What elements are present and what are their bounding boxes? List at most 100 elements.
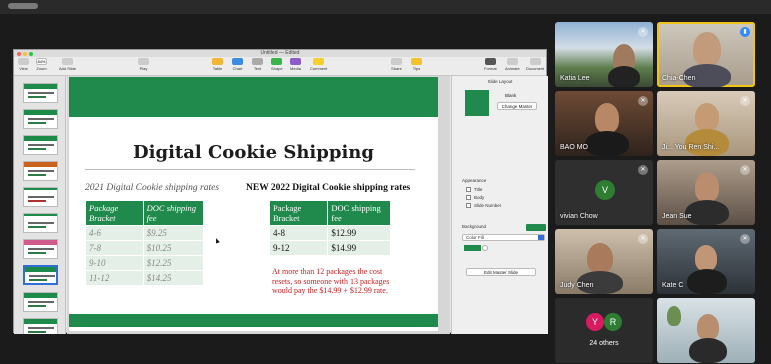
participant-tile[interactable]: ✕ Jean Sue [657, 160, 755, 225]
participant-tile[interactable]: ✕ Judy Chen [555, 229, 653, 294]
slide-thumbnail[interactable] [23, 135, 58, 155]
color-well[interactable] [464, 245, 481, 251]
participant-name: Kate C [662, 282, 684, 289]
edit-master-slide-button[interactable]: Edit Master Slide [466, 268, 536, 276]
mic-muted-icon: ✕ [638, 96, 648, 106]
slide-header-band [69, 77, 438, 117]
others-tile[interactable]: Y R 24 others [555, 298, 653, 363]
view-button[interactable]: View [18, 58, 29, 71]
participant-tile[interactable] [657, 298, 755, 363]
avatar: V [595, 180, 615, 200]
table-row: 9-12 $14.99 [268, 240, 391, 256]
change-master-button[interactable]: Change Master [497, 102, 537, 110]
table-button[interactable]: Table [212, 58, 223, 71]
table-row: 4-6 $9.25 [85, 225, 205, 241]
slide-thumbnail[interactable] [23, 83, 58, 103]
participant-name: Jean Sue [662, 213, 692, 220]
table-header: Package Bracket [85, 200, 144, 226]
participant-tile[interactable]: V ✕ vivian Chow [555, 160, 653, 225]
slide-thumbnail[interactable] [23, 187, 58, 207]
mic-muted-icon: ✕ [740, 234, 750, 244]
table-row: 9-10 $12.25 [85, 255, 205, 271]
mic-muted-icon: ✕ [638, 234, 648, 244]
text-button[interactable]: Text [252, 58, 263, 71]
table-header: DOC shipping fee [327, 200, 391, 226]
slide-thumbnail[interactable] [23, 239, 58, 259]
table-row: 11-12 $14.25 [85, 270, 205, 286]
others-count: 24 others [589, 340, 619, 347]
participant-name: Judy Chen [560, 282, 594, 289]
subtitle-2022: NEW 2022 Digital Cookie shipping rates [246, 183, 411, 193]
avatar: R [604, 313, 622, 331]
mic-muted-icon: ✕ [638, 165, 648, 175]
current-slide[interactable]: Digital Cookie Shipping 2021 Digital Coo… [69, 77, 438, 331]
add-slide-button[interactable]: Add Slide [59, 58, 76, 71]
background-color-swatch[interactable] [526, 224, 546, 231]
mic-muted-icon: ✕ [740, 96, 750, 106]
slide-thumbnail[interactable] [23, 109, 58, 129]
master-name: Blank [505, 93, 517, 98]
table-row: 4-8 $12.99 [268, 225, 391, 241]
rates-table-2021: Package Bracket DOC shipping fee 4-6 $9.25… [85, 200, 205, 286]
rates-table-2022: Package Bracket DOC shipping fee 4-8 $12.9… [268, 200, 391, 256]
shape-button[interactable]: Shape [271, 58, 283, 71]
slide-thumbnail[interactable] [23, 318, 58, 334]
slide-thumbnail[interactable] [23, 161, 58, 181]
play-button[interactable]: Play [138, 58, 149, 71]
fill-type-select[interactable]: Color Fill [462, 234, 545, 241]
document-button[interactable]: Document [526, 58, 544, 71]
slide-thumbnail[interactable] [23, 292, 58, 312]
body-checkbox[interactable]: Body [466, 195, 484, 200]
shipping-note: At more than 12 packages the cost resets… [272, 267, 390, 295]
slide-navigator[interactable] [14, 76, 66, 334]
background-label: Background [462, 224, 487, 229]
participant-name: Chia-Chen [662, 75, 696, 82]
inspector-panel: Slide Layout Blank Change Master Appeara… [451, 76, 548, 334]
inspector-header: Slide Layout [487, 79, 513, 84]
mic-muted-icon: ✕ [638, 27, 648, 37]
chart-button[interactable]: Chart [232, 58, 243, 71]
slide-thumbnail[interactable] [23, 213, 58, 233]
share-button[interactable]: Share [391, 58, 402, 71]
toolbar: View 84% Zoom Add Slide Play Table Chart … [14, 57, 546, 76]
zoom-button[interactable]: 84% Zoom [36, 58, 47, 71]
mouse-cursor-icon [214, 237, 220, 244]
tips-button[interactable]: Tips [411, 58, 422, 71]
close-window-button[interactable] [17, 52, 21, 56]
participant-tile[interactable]: ✕ Katia Lee [555, 22, 653, 87]
participant-tile[interactable]: ✕ Ji... You Ren Shi... [657, 91, 755, 156]
keynote-window: Untitled — Edited View 84% Zoom Add Slide… [13, 49, 548, 334]
slide-thumbnail-selected[interactable] [23, 265, 58, 285]
participant-name: Ji... You Ren Shi... [662, 144, 720, 151]
slide-canvas: Digital Cookie Shipping 2021 Digital Coo… [67, 76, 450, 334]
appearance-label: Appearance [462, 178, 487, 183]
title-checkbox[interactable]: Title [466, 187, 482, 192]
mic-muted-icon: ✕ [740, 165, 750, 175]
table-row: 7-8 $10.25 [85, 240, 205, 256]
participant-tile[interactable]: ▮ Chia-Chen [657, 22, 755, 87]
table-header: Package Bracket [268, 200, 329, 226]
participant-name: vivian Chow [560, 213, 598, 220]
avatar: Y [586, 313, 604, 331]
animate-button[interactable]: Animate [505, 58, 520, 71]
slide-footer-band [69, 314, 438, 327]
participant-name: Katia Lee [560, 75, 590, 82]
participant-tile[interactable]: ✕ BAO MO [555, 91, 653, 156]
media-button[interactable]: Media [290, 58, 301, 71]
speaking-icon: ▮ [740, 27, 750, 37]
comment-button[interactable]: Comment [310, 58, 327, 71]
zoom-window-button[interactable] [29, 52, 33, 56]
master-preview [465, 90, 489, 116]
top-bar-indicator [8, 3, 38, 9]
slide-number-checkbox[interactable]: Slide Number [466, 203, 501, 208]
color-picker-button[interactable] [482, 245, 488, 251]
table-header: DOC shipping fee [142, 200, 205, 226]
participant-tile[interactable]: ✕ Kate C [657, 229, 755, 294]
minimize-window-button[interactable] [23, 52, 27, 56]
window-title: Untitled — Edited [14, 50, 546, 57]
participant-name: BAO MO [560, 144, 589, 151]
subtitle-2021: 2021 Digital Cookie shipping rates [85, 183, 220, 193]
format-button[interactable]: Format [484, 58, 497, 71]
chevron-down-icon [538, 235, 544, 240]
slide-title: Digital Cookie Shipping [133, 142, 374, 163]
